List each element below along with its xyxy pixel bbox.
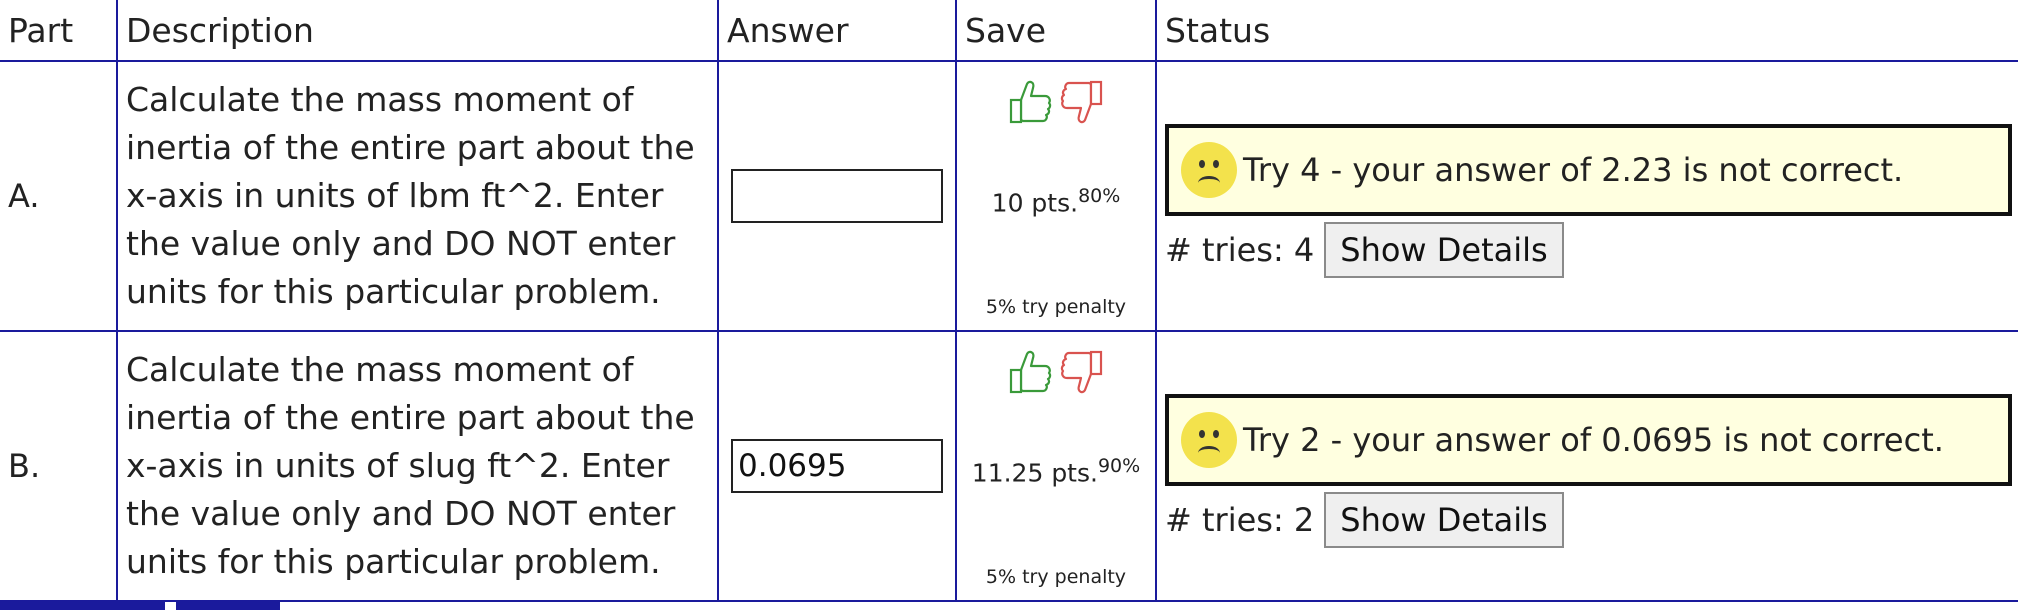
- header-status: Status: [1155, 0, 2018, 62]
- problem-description: Calculate the mass moment of inertia of …: [116, 330, 719, 602]
- status-message-box: Try 4 - your answer of 2.23 is not corre…: [1165, 124, 2012, 216]
- table-header-row: Part Description Answer Save Status: [0, 0, 2018, 62]
- header-save: Save: [955, 0, 1157, 62]
- tries-line: # tries: 4 Show Details: [1165, 222, 2012, 278]
- thumbs-up-icon[interactable]: [1007, 346, 1053, 402]
- status-message-box: Try 2 - your answer of 0.0695 is not cor…: [1165, 394, 2012, 486]
- status-cell: Try 4 - your answer of 2.23 is not corre…: [1155, 60, 2018, 332]
- cut-off-button[interactable]: [0, 600, 165, 610]
- problem-description: Calculate the mass moment of inertia of …: [116, 60, 719, 332]
- problems-table: Part Description Answer Save Status A. C…: [0, 0, 2018, 602]
- save-cell: 10 pts.80% 5% try penalty: [955, 60, 1157, 332]
- points-value: 10 pts.80%: [957, 185, 1155, 217]
- status-message: Try 4 - your answer of 2.23 is not corre…: [1243, 151, 1904, 189]
- points-percent: 80%: [1078, 184, 1121, 207]
- answer-input[interactable]: [731, 169, 943, 223]
- try-penalty: 5% try penalty: [985, 296, 1127, 318]
- thumbs-down-icon[interactable]: [1059, 76, 1105, 132]
- tries-count: # tries: 2: [1165, 501, 1315, 539]
- sad-face-icon: [1181, 412, 1237, 468]
- cut-off-button[interactable]: [176, 600, 280, 610]
- show-details-button[interactable]: Show Details: [1324, 222, 1564, 278]
- tries-count: # tries: 4: [1165, 231, 1315, 269]
- show-details-button[interactable]: Show Details: [1324, 492, 1564, 548]
- part-label: A.: [0, 60, 118, 332]
- points-label: 10 pts.: [991, 188, 1079, 218]
- feedback-icons: [957, 346, 1155, 402]
- header-description: Description: [116, 0, 719, 62]
- status-message: Try 2 - your answer of 0.0695 is not cor…: [1243, 421, 1944, 459]
- thumbs-down-icon[interactable]: [1059, 346, 1105, 402]
- points-value: 11.25 pts.90%: [957, 455, 1155, 487]
- answer-cell: [717, 330, 957, 602]
- part-label: B.: [0, 330, 118, 602]
- feedback-icons: [957, 76, 1155, 132]
- header-part: Part: [0, 0, 118, 62]
- thumbs-up-icon[interactable]: [1007, 76, 1053, 132]
- table-row: B. Calculate the mass moment of inertia …: [0, 330, 2018, 602]
- answer-input[interactable]: [731, 439, 943, 493]
- sad-face-icon: [1181, 142, 1237, 198]
- table-row: A. Calculate the mass moment of inertia …: [0, 60, 2018, 332]
- points-label: 11.25 pts.: [971, 458, 1098, 488]
- points-percent: 90%: [1097, 454, 1141, 477]
- try-penalty: 5% try penalty: [985, 566, 1127, 588]
- save-cell: 11.25 pts.90% 5% try penalty: [955, 330, 1157, 602]
- header-answer: Answer: [717, 0, 957, 62]
- status-cell: Try 2 - your answer of 0.0695 is not cor…: [1155, 330, 2018, 602]
- tries-line: # tries: 2 Show Details: [1165, 492, 2012, 548]
- answer-cell: [717, 60, 957, 332]
